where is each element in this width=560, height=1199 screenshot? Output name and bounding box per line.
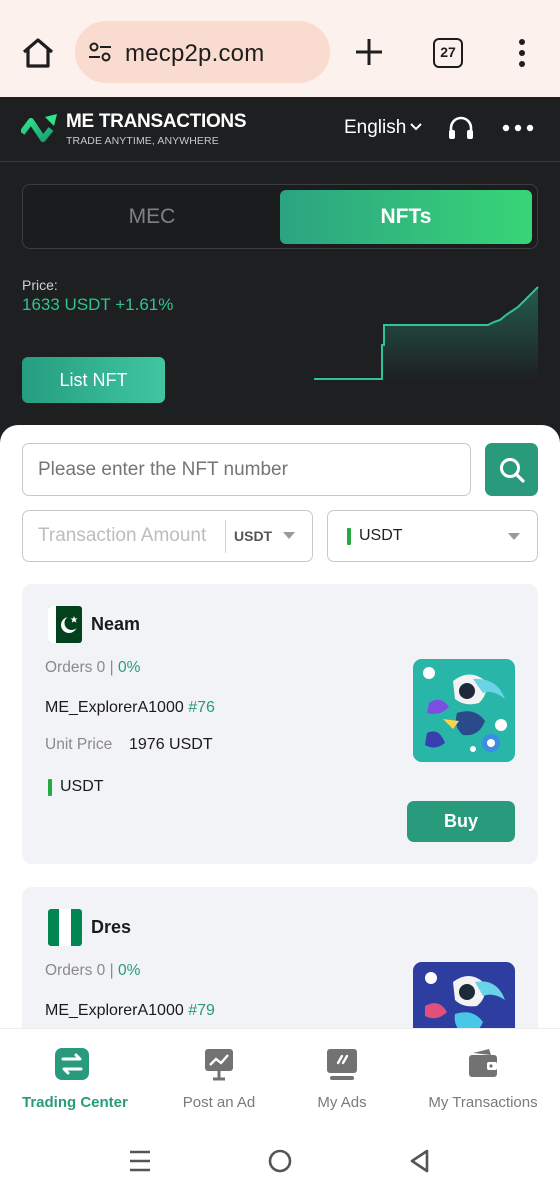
nav-post-an-ad[interactable]: Post an Ad [179,1047,259,1111]
nft-number-search-input[interactable] [22,443,471,496]
nav-label: My Ads [317,1094,367,1111]
brand-tagline: TRADE ANYTIME, ANYWHERE [66,135,219,147]
swap-icon [55,1048,89,1080]
site-settings-icon[interactable] [88,41,112,63]
payment-currency-value: USDT [359,527,403,544]
brand-logo-icon[interactable] [21,111,59,145]
wallet-icon [469,1049,497,1077]
nigeria-flag-icon [48,909,82,946]
nft-title: ME_ExplorerA1000 #79 [45,1002,215,1020]
recent-apps-icon[interactable] [127,1148,153,1174]
new-tab-icon[interactable] [353,36,385,68]
nav-my-transactions[interactable]: My Transactions [428,1047,538,1111]
buy-button[interactable]: Buy [407,801,515,842]
bottom-navigation: Trading Center Post an Ad My Ads My Tran… [0,1028,560,1128]
tab-nfts[interactable]: NFTs [280,190,532,244]
nav-my-ads[interactable]: My Ads [312,1047,372,1111]
nav-label: My Transactions [428,1094,538,1111]
nft-thumbnail[interactable] [413,659,515,762]
list-nft-button[interactable]: List NFT [22,357,165,403]
app-header: ME TRANSACTIONS TRADE ANYTIME, ANYWHERE … [0,97,560,162]
orders-count: Orders 0 | [45,962,114,979]
language-selector[interactable]: English [344,117,406,139]
amount-currency-select[interactable]: USDT [234,528,272,544]
brand-title: ME TRANSACTIONS [66,111,247,132]
astronaut-nft-image [413,659,515,762]
nav-label: Post an Ad [182,1094,256,1111]
nft-name: ME_ExplorerA1000 [45,699,184,716]
more-icon[interactable] [502,123,534,133]
completion-rate: 0% [117,659,141,676]
currency-indicator [48,779,52,796]
search-button[interactable] [485,443,538,496]
orders-count: Orders 0 | [45,659,114,676]
transaction-amount-field[interactable]: Transaction Amount USDT [22,510,313,562]
headset-icon[interactable] [447,115,475,141]
search-icon [500,458,525,483]
seller-orders: Orders 0 | 0% [45,962,140,980]
browser-menu-icon[interactable] [510,38,534,68]
price-value: 1633 USDT +1.61% [22,295,174,314]
listing-card: Dres Orders 0 | 0% ME_ExplorerA1000 #79 [22,887,538,1047]
nft-name: ME_ExplorerA1000 [45,1002,184,1019]
tab-mec[interactable]: MEC [23,185,281,248]
seller-name: Dres [91,917,132,937]
chart-board-icon [205,1049,233,1081]
nav-label: Trading Center [22,1094,128,1111]
pakistan-flag-icon [48,606,82,643]
monitor-icon [327,1049,357,1080]
home-circle-icon[interactable] [267,1148,293,1174]
back-icon[interactable] [407,1148,433,1174]
listing-card: Neam Orders 0 | 0% ME_ExplorerA1000 #76 … [22,584,538,864]
market-toggle: MEC NFTs [22,184,538,249]
browser-toolbar: mecp2p.com 27 [0,0,560,97]
address-bar[interactable]: mecp2p.com [75,21,330,83]
price-sparkline [314,286,539,381]
nft-title: ME_ExplorerA1000 #76 [45,699,215,717]
tab-switcher-button[interactable]: 27 [433,38,463,68]
completion-rate: 0% [117,962,141,979]
divider [225,520,226,553]
payment-currency-select[interactable]: USDT [327,510,538,562]
caret-down-icon [508,533,520,540]
chevron-down-icon[interactable] [409,122,423,132]
nft-number: #79 [188,1002,215,1019]
seller-name: Neam [91,614,141,634]
price-label: Price: [22,277,58,293]
payment-method: USDT [60,778,104,795]
caret-down-icon[interactable] [283,532,295,539]
home-icon[interactable] [18,33,58,73]
unit-price-value: 1976 USDT [129,736,213,753]
nft-number: #76 [188,699,215,716]
seller-orders: Orders 0 | 0% [45,659,140,677]
currency-indicator [347,528,351,545]
unit-price-label: Unit Price [45,736,113,753]
nav-trading-center[interactable]: Trading Center [22,1047,128,1111]
amount-placeholder: Transaction Amount [38,525,207,546]
url-text: mecp2p.com [125,40,265,67]
system-navigation-bar [0,1128,560,1199]
